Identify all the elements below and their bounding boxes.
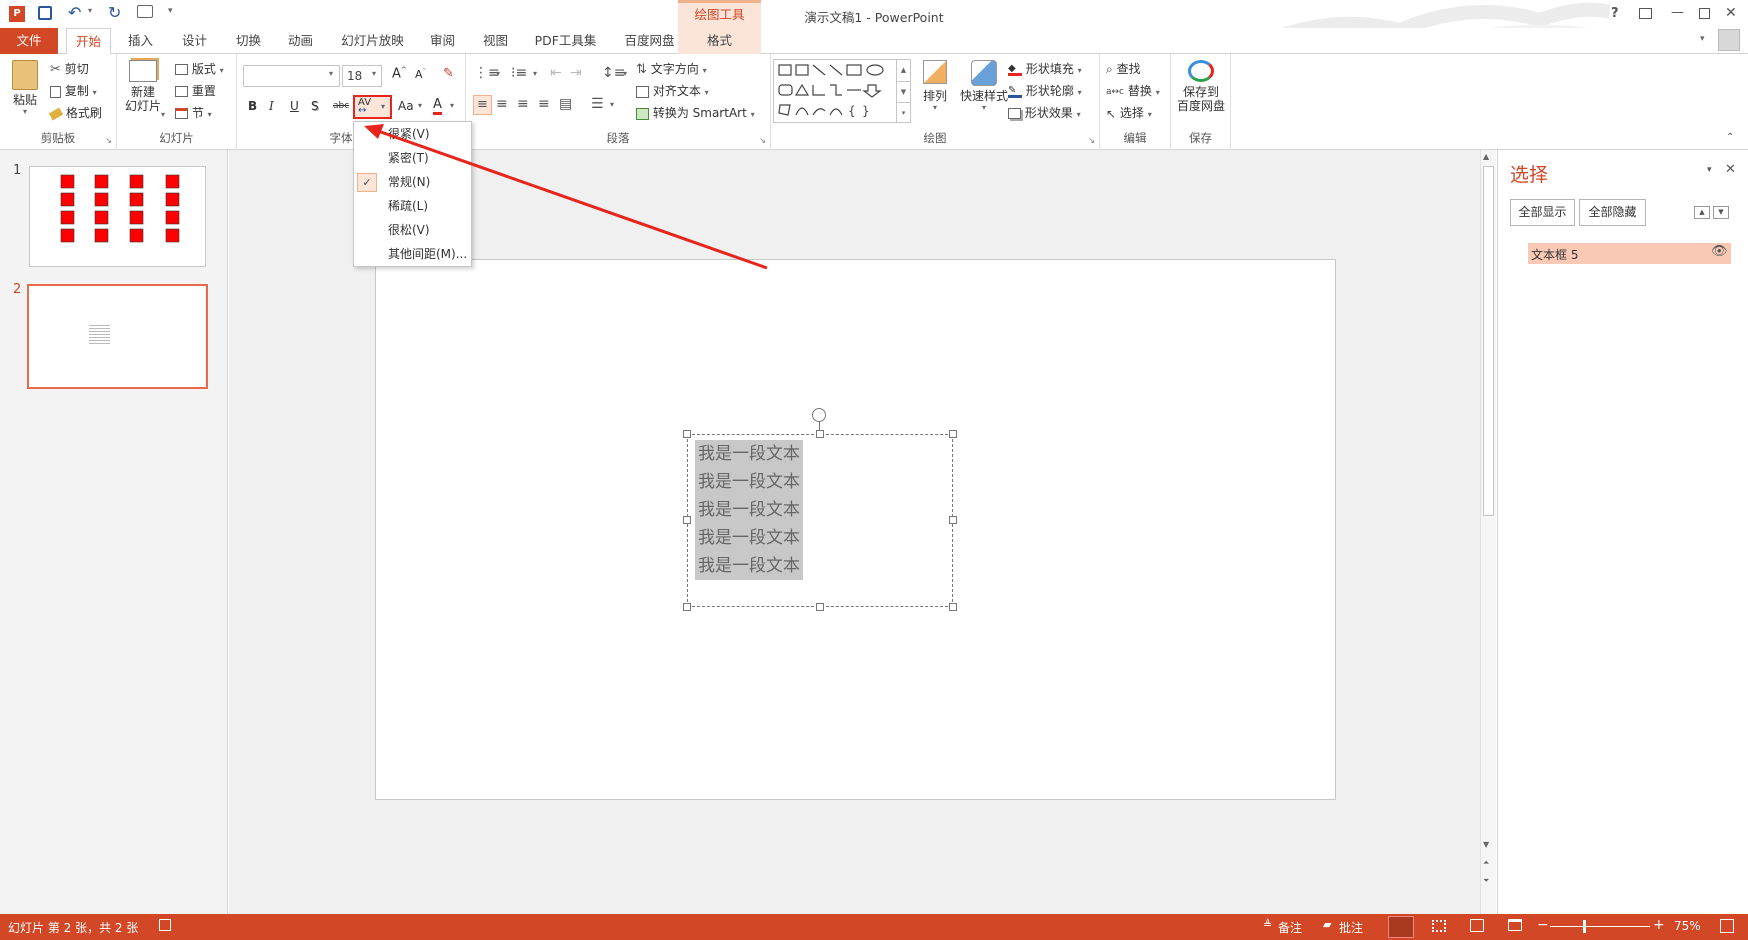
zoom-level[interactable]: 75% [1674,919,1701,933]
zoom-slider-thumb[interactable] [1583,920,1586,933]
reading-view-icon[interactable] [1470,919,1484,932]
zoom-slider[interactable] [1550,926,1650,927]
comments-button[interactable]: 批注 [1339,919,1363,936]
zoom-in-button[interactable]: + [1653,917,1665,933]
annotation-arrow [364,124,768,270]
slideshow-view-icon[interactable] [1508,919,1522,931]
status-bar: 幻灯片 第 2 张，共 2 张 ≜ 备注 ▰ 批注 − + 75% [0,914,1748,940]
spell-check-icon[interactable] [159,919,171,931]
comments-icon: ▰ [1323,918,1332,931]
zoom-out-button[interactable]: − [1537,917,1549,933]
slide-counter[interactable]: 幻灯片 第 2 张，共 2 张 [8,919,138,936]
notes-button[interactable]: 备注 [1278,919,1302,936]
fit-to-window-icon[interactable] [1720,919,1734,933]
slide-sorter-view-icon[interactable] [1432,920,1446,932]
normal-view-icon[interactable] [1388,916,1414,938]
notes-icon: ≜ [1263,918,1273,931]
